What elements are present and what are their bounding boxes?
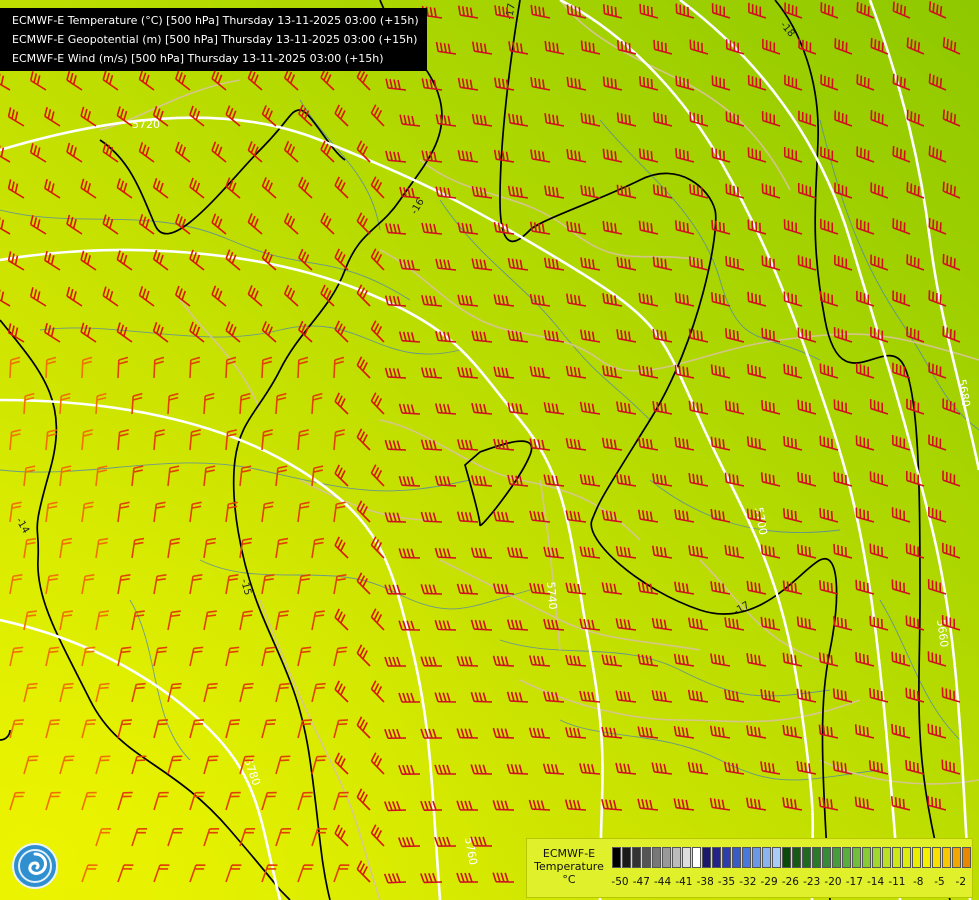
colorbar-tick-label: -11 <box>888 876 906 888</box>
colorbar-tick-label: -26 <box>781 876 799 888</box>
colorbar-swatch <box>802 847 811 868</box>
temperature-colorbar: ECMWF-E Temperature °C -50 -47 -44 -41 -38 -3… <box>526 838 973 898</box>
colorbar-swatch <box>942 847 951 868</box>
colorbar-title-line2: Temperature <box>534 860 604 873</box>
colorbar-title: ECMWF-E Temperature °C <box>527 847 611 886</box>
colorbar-swatch <box>912 847 921 868</box>
colorbar-swatch <box>652 847 661 868</box>
colorbar-swatch <box>672 847 681 868</box>
colorbar-swatch <box>842 847 851 868</box>
colorbar-swatch <box>952 847 961 868</box>
header-line-wind: ECMWF-E Wind (m/s) [500 hPa] Thursday 13… <box>12 52 384 65</box>
colorbar-tick-label: -47 <box>632 876 650 888</box>
colorbar-swatch <box>722 847 731 868</box>
swirl-icon <box>18 849 52 883</box>
colorbar-swatch <box>872 847 881 868</box>
colorbar-swatch <box>732 847 741 868</box>
colorbar-swatch <box>822 847 831 868</box>
colorbar-ticks: -50 -47 -44 -41 -38 -35 -32 -29 -26 -23 -20 -17 -14-… <box>611 876 972 890</box>
colorbar-swatch <box>632 847 641 868</box>
colorbar-tick-label: -44 <box>654 876 672 888</box>
colorbar-swatch <box>962 847 971 868</box>
colorbar-swatch <box>852 847 861 868</box>
colorbar-tick-label: -17 <box>845 876 863 888</box>
colorbar-tick-label: -32 <box>739 876 757 888</box>
colorbar-swatch <box>642 847 651 868</box>
colorbar-swatch <box>712 847 721 868</box>
colorbar-swatch <box>622 847 631 868</box>
colorbar-swatches <box>612 847 972 868</box>
colorbar-tick-label: -38 <box>696 876 714 888</box>
colorbar-tick-label: -2 <box>955 876 967 888</box>
colorbar-tick-label: -8 <box>912 876 924 888</box>
weather-map: 5720 5700 5760 5780 5680 5660 5740 -17 -… <box>0 0 979 900</box>
colorbar-swatch <box>882 847 891 868</box>
colorbar-swatch <box>682 847 691 868</box>
colorbar-swatch <box>792 847 801 868</box>
colorbar-swatch <box>862 847 871 868</box>
map-header: ECMWF-E Temperature (°C) [500 hPa] Thurs… <box>0 8 427 71</box>
colorbar-swatch <box>782 847 791 868</box>
colorbar-swatch <box>742 847 751 868</box>
header-line-geopotential: ECMWF-E Geopotential (m) [500 hPa] Thurs… <box>12 33 418 46</box>
colorbar-tick-label: -23 <box>803 876 821 888</box>
colorbar-swatch <box>762 847 771 868</box>
colorbar-tick-label: -35 <box>717 876 736 888</box>
colorbar-swatch <box>612 847 621 868</box>
colorbar-swatch <box>832 847 841 868</box>
colorbar-tick-label: -41 <box>675 876 693 888</box>
colorbar-swatch <box>922 847 931 868</box>
colorbar-swatch <box>892 847 901 868</box>
colorbar-title-line1: ECMWF-E <box>542 847 596 860</box>
colorbar-tick-label: -14 <box>867 876 885 888</box>
colorbar-swatch <box>932 847 941 868</box>
colorbar-swatch <box>692 847 701 868</box>
geopotential-label: 5740 <box>544 581 559 610</box>
colorbar-tick-label: -29 <box>760 876 778 888</box>
colorbar-swatch <box>752 847 761 868</box>
colorbar-tick-label: -5 <box>934 876 945 888</box>
colorbar-swatch <box>702 847 711 868</box>
geopotential-label: 5720 <box>132 118 160 131</box>
colorbar-unit: °C <box>562 873 576 886</box>
colorbar-swatch <box>902 847 911 868</box>
colorbar-swatch <box>662 847 671 868</box>
colorbar-tick-label: -50 <box>611 876 629 888</box>
colorbar-tick-label: -20 <box>824 876 842 888</box>
header-line-temperature: ECMWF-E Temperature (°C) [500 hPa] Thurs… <box>12 14 419 27</box>
colorbar-swatch <box>812 847 821 868</box>
colorbar-swatch <box>772 847 781 868</box>
logo-icon <box>12 843 58 889</box>
